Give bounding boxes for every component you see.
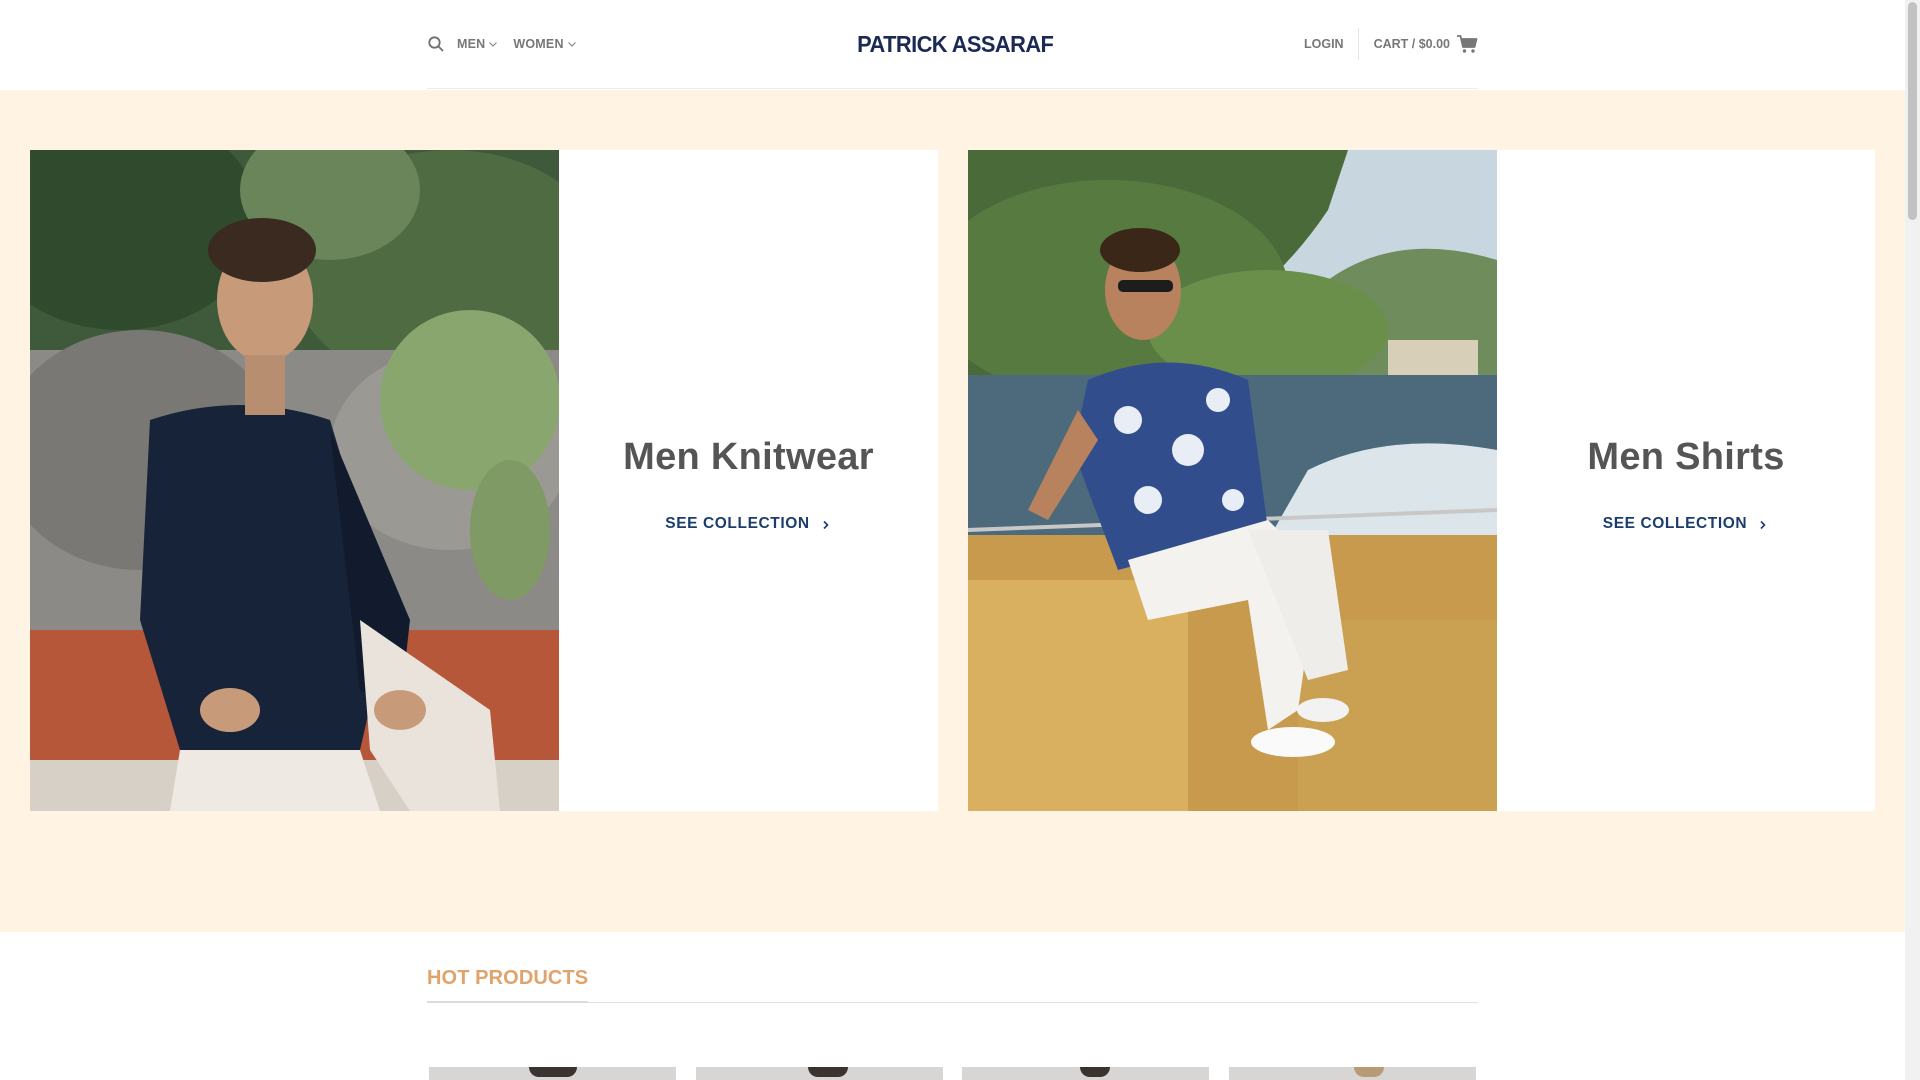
search-icon[interactable] [427, 35, 445, 53]
banner-men-knitwear[interactable]: Men Knitwear SEE COLLECTION [30, 150, 938, 811]
hero-section: Men Knitwear SEE COLLECTION Men Shirts S… [0, 90, 1905, 932]
product-card[interactable] [1229, 1067, 1476, 1080]
product-image [1080, 1067, 1110, 1077]
banner-text-knitwear: Men Knitwear SEE COLLECTION [559, 150, 938, 811]
account-nav: LOGIN CART / $0.00 [1304, 28, 1478, 60]
product-image [1354, 1067, 1384, 1077]
banner-photo-shirts[interactable] [968, 150, 1497, 811]
product-card[interactable] [429, 1067, 676, 1080]
nav-item-men-label: MEN [457, 37, 486, 51]
nav-item-women-label: WOMEN [513, 37, 564, 51]
chevron-right-icon [1757, 518, 1769, 530]
site-logo[interactable]: PATRICK ASSARAF [857, 31, 1054, 58]
cart-label: CART / $0.00 [1373, 37, 1450, 51]
nav-item-men[interactable]: MEN [457, 37, 499, 51]
banner-men-shirts[interactable]: Men Shirts SEE COLLECTION [968, 150, 1875, 811]
header-container: MEN WOMEN PATRICK ASSARAF LOGIN CART / $… [427, 0, 1478, 89]
section-title: HOT PRODUCTS [427, 967, 589, 1003]
banner-photo-knitwear[interactable] [30, 150, 559, 811]
banner-title: Men Knitwear [623, 436, 874, 478]
product-card[interactable] [696, 1067, 943, 1080]
see-collection-label: SEE COLLECTION [1602, 515, 1748, 532]
product-card[interactable] [962, 1067, 1209, 1080]
chevron-right-icon [820, 518, 832, 530]
site-header: MEN WOMEN PATRICK ASSARAF LOGIN CART / $… [0, 0, 1905, 90]
hot-products-section: HOT PRODUCTS [0, 932, 1905, 1080]
nav-item-women[interactable]: WOMEN [513, 37, 577, 51]
shopping-cart-icon [1456, 34, 1478, 54]
banner-text-shirts: Men Shirts SEE COLLECTION [1497, 150, 1875, 811]
login-link[interactable]: LOGIN [1304, 37, 1358, 51]
chevron-down-icon [566, 38, 578, 50]
cart-link[interactable]: CART / $0.00 [1374, 34, 1478, 54]
see-collection-button[interactable]: SEE COLLECTION [559, 515, 938, 533]
section-title-bar: HOT PRODUCTS [427, 967, 1478, 1003]
nav-divider [1357, 28, 1359, 60]
product-image [808, 1067, 848, 1077]
page-scrollbar[interactable] [1905, 0, 1920, 1080]
see-collection-button[interactable]: SEE COLLECTION [1497, 515, 1875, 533]
product-image [529, 1067, 577, 1077]
scrollbar-thumb[interactable] [1908, 2, 1917, 220]
primary-nav: MEN WOMEN [427, 34, 592, 54]
see-collection-label: SEE COLLECTION [665, 515, 810, 532]
chevron-down-icon [487, 38, 499, 50]
banner-title: Men Shirts [1587, 436, 1785, 478]
product-grid [429, 1067, 1479, 1080]
